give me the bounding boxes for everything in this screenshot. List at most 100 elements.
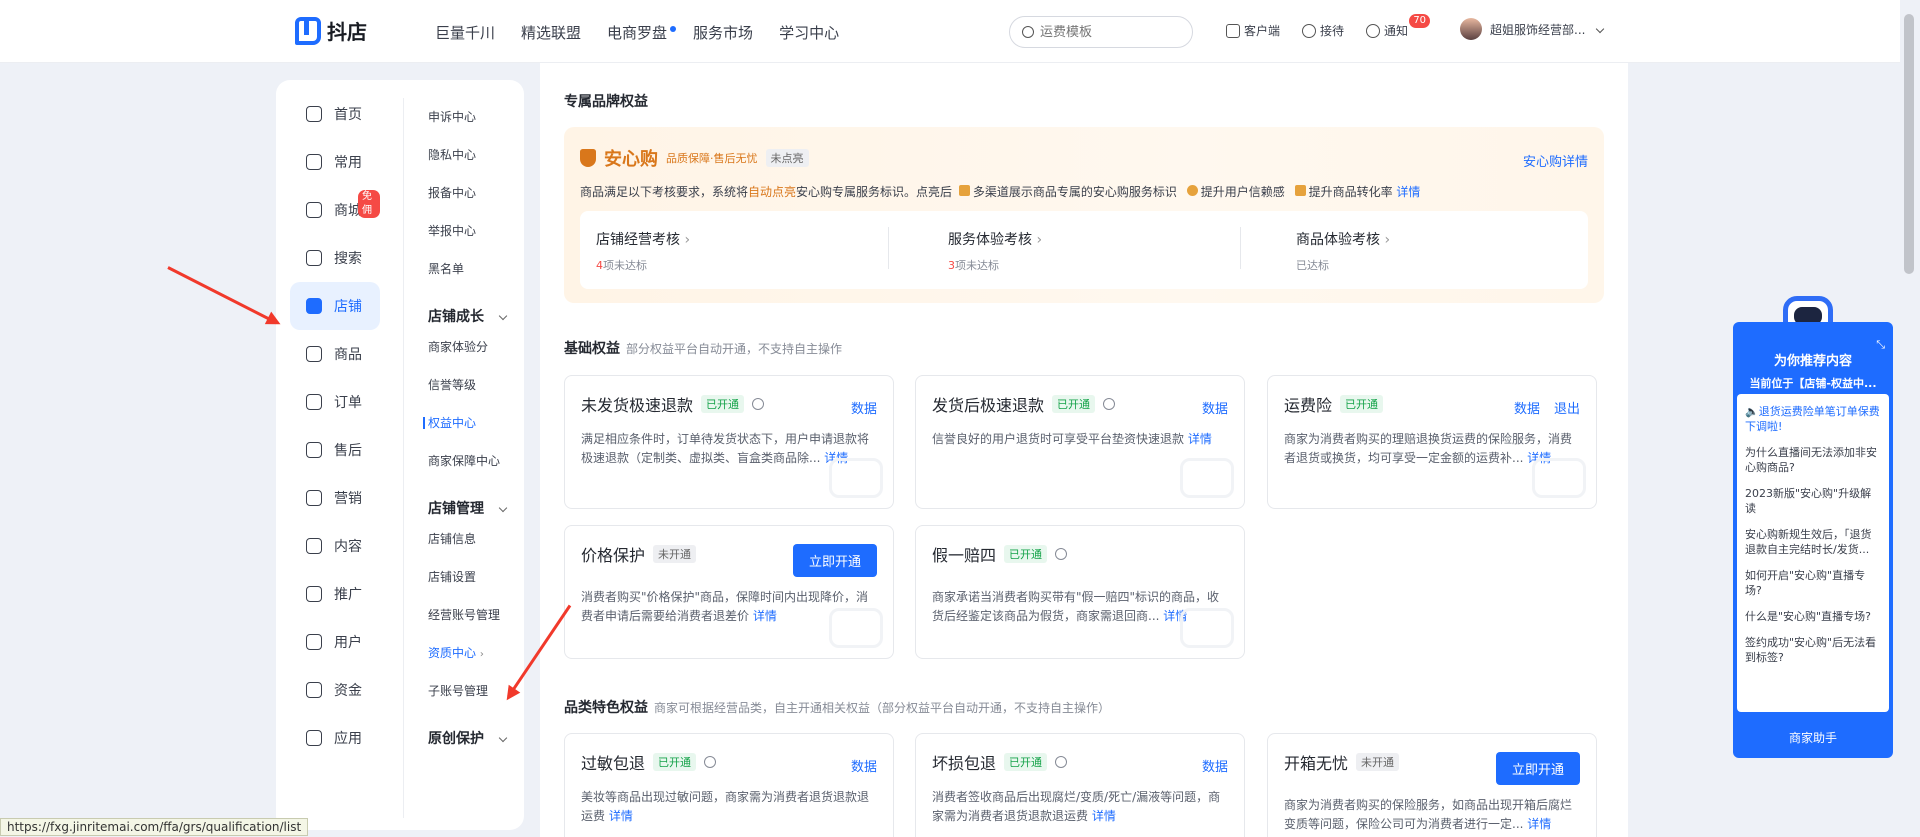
activate-button[interactable]: 立即开通 <box>792 544 877 577</box>
check-store-operation[interactable]: 店铺经营考核 › 4项未达标 <box>580 211 888 289</box>
exit-link[interactable]: 退出 <box>1554 398 1580 417</box>
helper-footer-button[interactable]: 商家助手 <box>1733 729 1893 746</box>
subnav-group-growth[interactable]: 店铺成长 <box>428 296 520 336</box>
help-icon[interactable] <box>704 756 717 768</box>
helper-item-text: 退货运费险单笔订单保费下调啦! <box>1745 405 1880 433</box>
help-icon[interactable] <box>752 398 765 410</box>
nav-label: 售后 <box>334 443 362 459</box>
helper-item[interactable]: 签约成功"安心购"后无法看到标签? <box>1745 635 1881 665</box>
bag-icon <box>306 346 322 362</box>
bell-icon <box>1366 23 1381 38</box>
subnav-filing[interactable]: 报备中心 <box>428 182 520 220</box>
logo[interactable]: 抖店 <box>295 16 367 45</box>
anxin-detail-link[interactable]: 安心购详情 <box>1523 151 1588 170</box>
nav-aftersale[interactable]: 售后 <box>290 426 380 474</box>
nav-marketing[interactable]: 营销 <box>290 474 380 522</box>
nav-users[interactable]: 用户 <box>290 618 380 666</box>
subnav-guarantee-center[interactable]: 商家保障中心 <box>428 450 520 488</box>
data-link[interactable]: 数据 <box>851 756 877 775</box>
helper-item[interactable]: 什么是"安心购"直播专场? <box>1745 609 1881 624</box>
subnav-blacklist[interactable]: 黑名单 <box>428 258 520 296</box>
helper-item[interactable]: 安心购新规生效后，「退货退款自主完结时长/发货... <box>1745 527 1881 557</box>
watermark-icon <box>829 608 883 648</box>
detail-link[interactable]: 详情 <box>1188 432 1212 446</box>
check-count: 4 <box>596 259 603 272</box>
subnav-qualification[interactable]: 资质中心 › <box>428 642 520 680</box>
search-input[interactable] <box>1040 24 1170 40</box>
subnav-experience-score[interactable]: 商家体验分 <box>428 336 520 374</box>
status-url: https://fxg.jinritemai.com/ffa/grs/quali… <box>0 818 309 836</box>
top-nav-compass[interactable]: 电商罗盘 <box>607 22 677 43</box>
search-box[interactable] <box>1009 16 1193 48</box>
secondary-nav: 申诉中心 隐私中心 报备中心 举报中心 黑名单 店铺成长 商家体验分 信誉等级 … <box>423 106 520 758</box>
client-button[interactable]: 客户端 <box>1226 22 1280 39</box>
helper-item[interactable]: 为什么直播间无法添加非安心购商品? <box>1745 445 1881 475</box>
top-nav-learning[interactable]: 学习中心 <box>779 22 839 43</box>
nav-common[interactable]: 常用 <box>290 138 380 186</box>
top-nav-service-market[interactable]: 服务市场 <box>693 22 753 43</box>
search-icon <box>1022 26 1034 38</box>
anxin-tagline: 品质保障·售后无忧 <box>666 152 758 165</box>
data-link[interactable]: 数据 <box>1202 756 1228 775</box>
search-chart-icon <box>306 250 322 266</box>
help-icon[interactable] <box>1055 548 1068 560</box>
desc-text: 提升商品转化率 <box>1308 185 1393 199</box>
nav-home[interactable]: 首页 <box>290 90 380 138</box>
new-dot-icon <box>670 26 677 32</box>
detail-link[interactable]: 详情 <box>1092 809 1116 823</box>
subnav-appeal[interactable]: 申诉中心 <box>428 106 520 144</box>
annotation-arrow-store <box>167 266 278 325</box>
subnav-credit-level[interactable]: 信誉等级 <box>428 374 520 412</box>
check-product-experience[interactable]: 商品体验考核 › 已达标 <box>1240 211 1588 289</box>
nav-funds[interactable]: 资金 <box>290 666 380 714</box>
subnav-report[interactable]: 举报中心 <box>428 220 520 258</box>
chevron-down-icon <box>498 733 508 743</box>
nav-store[interactable]: 店铺 <box>290 282 380 330</box>
data-link[interactable]: 数据 <box>851 398 877 417</box>
nav-search[interactable]: 搜索 <box>290 234 380 282</box>
person-icon <box>1186 185 1198 196</box>
help-icon[interactable] <box>1055 756 1068 768</box>
activate-button[interactable]: 立即开通 <box>1495 752 1580 785</box>
detail-link[interactable]: 详情 <box>609 809 633 823</box>
helper-item[interactable]: 2023新版"安心购"升级解读 <box>1745 486 1881 516</box>
house-icon <box>306 202 322 218</box>
detail-link[interactable]: 详情 <box>753 609 777 623</box>
notify-button[interactable]: 通知 70 <box>1366 14 1431 39</box>
subnav-store-settings[interactable]: 店铺设置 <box>428 566 520 604</box>
page-scrollbar[interactable] <box>1904 14 1914 274</box>
nav-promotion[interactable]: 推广 <box>290 570 380 618</box>
help-icon[interactable] <box>1103 398 1116 410</box>
data-link[interactable]: 数据 <box>1202 398 1228 417</box>
subnav-store-info[interactable]: 店铺信息 <box>428 528 520 566</box>
subnav-account-management[interactable]: 经营账号管理 <box>428 604 520 642</box>
detail-link[interactable]: 详情 <box>1527 817 1551 831</box>
nav-content[interactable]: 内容 <box>290 522 380 570</box>
desc-text: 多渠道展示商品专属的安心购服务标识 <box>972 185 1177 199</box>
helper-item[interactable]: 如何开启"安心购"直播专场? <box>1745 568 1881 598</box>
anxin-desc-detail-link[interactable]: 详情 <box>1396 185 1420 199</box>
nav-orders[interactable]: 订单 <box>290 378 380 426</box>
logo-text: 抖店 <box>327 20 367 44</box>
nav-apps[interactable]: 应用 <box>290 714 380 762</box>
subnav-group-management[interactable]: 店铺管理 <box>428 488 520 528</box>
subnav-group-original[interactable]: 原创保护 <box>428 718 520 758</box>
benefit-card-price-protection: 价格保护 未开通 立即开通 消费者购买"价格保护"商品，保障时间内出现降价，消费者… <box>564 525 894 659</box>
gift-icon <box>958 185 970 196</box>
subnav-rights-center[interactable]: 权益中心 <box>423 412 520 450</box>
top-nav-compass-label: 电商罗盘 <box>607 24 668 42</box>
check-service-experience[interactable]: 服务体验考核 › 3项未达标 <box>888 211 1240 289</box>
data-link[interactable]: 数据 <box>1514 398 1540 417</box>
collapse-icon[interactable]: ⤡ <box>1876 338 1885 352</box>
top-nav-qianchuan[interactable]: 巨量千川 <box>435 22 495 43</box>
subnav-privacy[interactable]: 隐私中心 <box>428 144 520 182</box>
reception-button[interactable]: 接待 <box>1302 22 1344 39</box>
watermark-icon <box>1180 458 1234 498</box>
helper-item[interactable]: 🔈退货运费险单笔订单保费下调啦! <box>1745 404 1881 434</box>
top-nav-alliance[interactable]: 精选联盟 <box>521 22 581 43</box>
user-menu[interactable]: 超姐服饰经营部... <box>1460 18 1605 40</box>
nav-mall[interactable]: 商城 免佣 <box>290 186 380 234</box>
nav-goods[interactable]: 商品 <box>290 330 380 378</box>
check-suffix: 已达标 <box>1296 259 1329 272</box>
status-badge: 已开通 <box>1340 395 1384 413</box>
